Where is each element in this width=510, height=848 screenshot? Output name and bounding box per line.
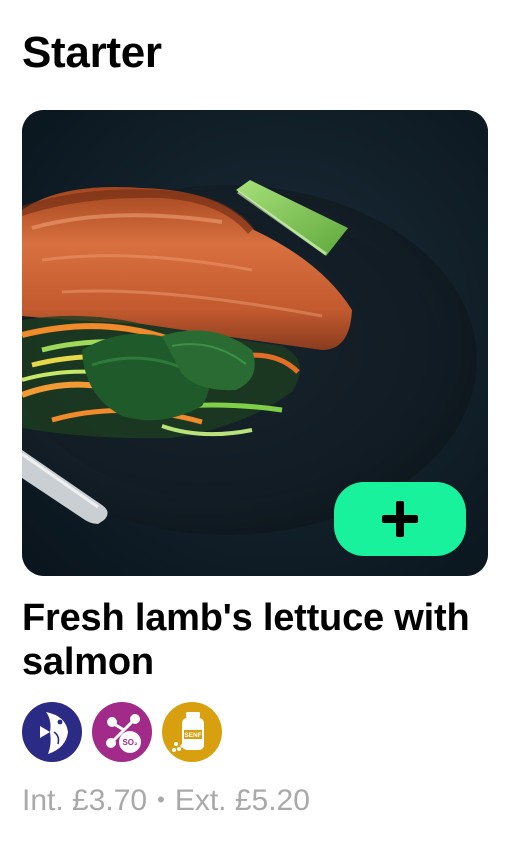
price-separator: • <box>157 787 165 812</box>
mustard-icon: SENF <box>162 702 222 762</box>
svg-text:SENF: SENF <box>184 732 201 739</box>
section-title: Starter <box>22 28 162 77</box>
internal-price: Int. £3.70 <box>22 784 148 817</box>
price-line: Int. £3.70 • Ext. £5.20 <box>22 784 310 818</box>
sulphites-icon: SO₂ <box>92 702 152 762</box>
dish-image[interactable] <box>22 110 488 576</box>
external-price: Ext. £5.20 <box>174 784 310 817</box>
svg-text:SO₂: SO₂ <box>122 738 138 747</box>
dish-name: Fresh lamb's lettuce with salmon <box>22 597 470 683</box>
allergen-list: SO₂ SENF <box>22 702 222 762</box>
add-to-cart-button[interactable] <box>334 482 466 556</box>
plus-icon <box>382 501 418 537</box>
fish-icon <box>22 702 82 762</box>
